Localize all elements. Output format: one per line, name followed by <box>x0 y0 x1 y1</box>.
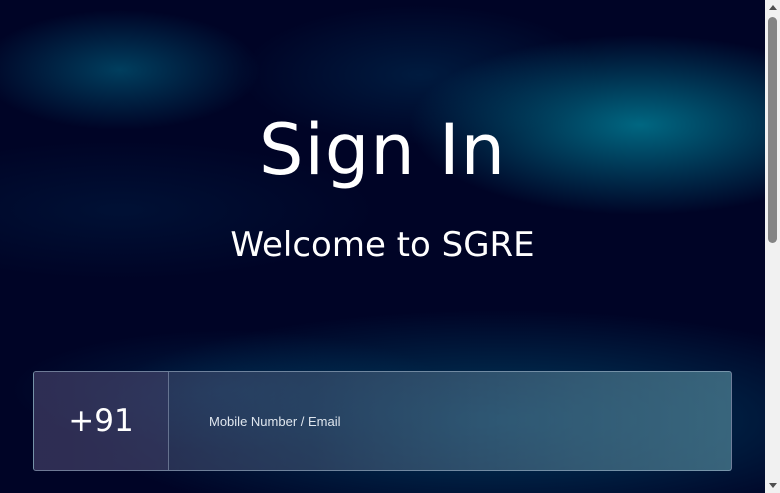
vertical-scrollbar[interactable] <box>765 0 780 493</box>
login-field-group: +91 <box>33 371 732 471</box>
scroll-up-button[interactable] <box>765 0 780 15</box>
page-title: Sign In <box>259 109 506 191</box>
chevron-down-icon <box>768 483 777 488</box>
country-code-selector[interactable]: +91 <box>34 372 169 470</box>
chevron-up-icon <box>768 5 777 10</box>
page-subtitle: Welcome to SGRE <box>230 225 535 265</box>
mobile-or-email-input[interactable] <box>169 372 731 470</box>
scroll-down-button[interactable] <box>765 478 780 493</box>
sign-in-page: Sign In Welcome to SGRE +91 <box>0 0 780 493</box>
scrollbar-thumb[interactable] <box>768 17 777 243</box>
